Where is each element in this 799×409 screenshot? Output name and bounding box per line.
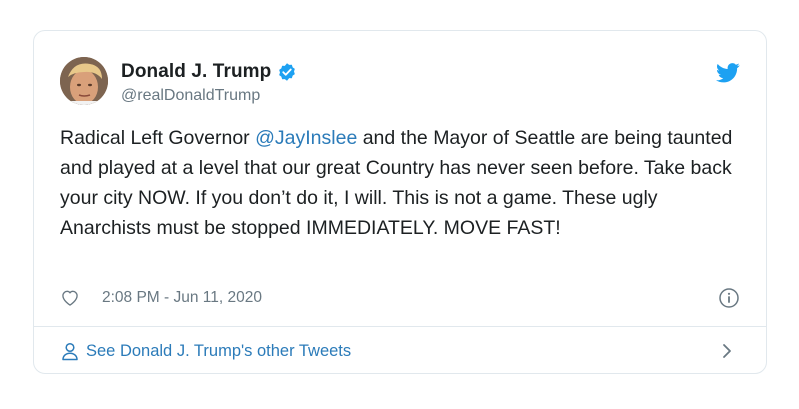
heart-icon[interactable] (60, 288, 80, 308)
avatar[interactable] (60, 57, 108, 105)
tweet-text: Radical Left Governor @JayInslee and the… (60, 123, 740, 243)
info-icon[interactable] (718, 287, 740, 309)
embedded-tweet-card[interactable]: Donald J. Trump @realDonaldTrump Radical… (33, 30, 767, 374)
tweet-header: Donald J. Trump @realDonaldTrump (60, 57, 740, 109)
twitter-bird-icon[interactable] (716, 63, 740, 83)
other-tweets-label[interactable]: See Donald J. Trump's other Tweets (86, 342, 351, 361)
chevron-right-icon[interactable] (720, 343, 734, 359)
tweet-timestamp[interactable]: 2:08 PM - Jun 11, 2020 (102, 289, 262, 307)
tweet-meta: 2:08 PM - Jun 11, 2020 (60, 286, 740, 310)
display-name-row: Donald J. Trump (121, 60, 297, 84)
mention-link[interactable]: @JayInslee (255, 127, 357, 149)
author-display-name[interactable]: Donald J. Trump (121, 61, 271, 83)
other-tweets-link[interactable]: See Donald J. Trump's other Tweets (60, 327, 740, 375)
author-handle[interactable]: @realDonaldTrump (121, 87, 297, 105)
tweet-text-part: Radical Left Governor (60, 127, 256, 149)
verified-badge-icon (277, 62, 297, 82)
person-icon (60, 341, 80, 361)
author-names: Donald J. Trump @realDonaldTrump (121, 60, 297, 105)
